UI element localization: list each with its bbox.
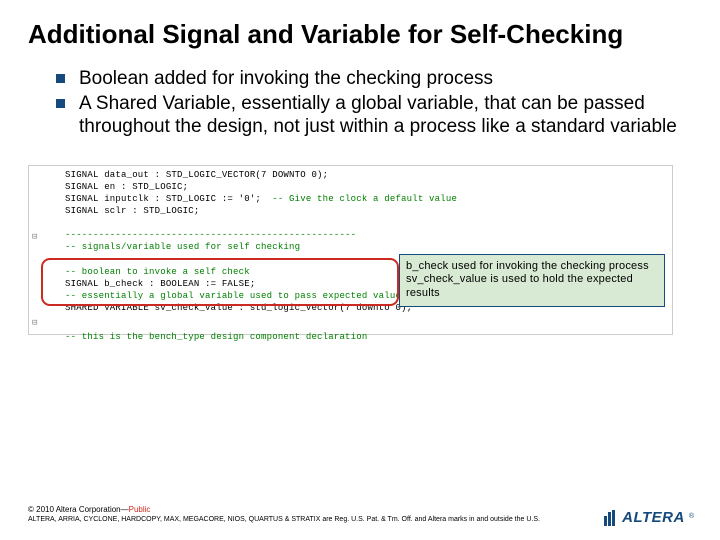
- bullet-text: Boolean added for invoking the checking …: [79, 67, 493, 90]
- fold-icon: ⊟: [32, 317, 38, 329]
- code-blank: [35, 217, 666, 229]
- copyright: © 2010 Altera Corporation—Public: [28, 505, 568, 514]
- code-line: SIGNAL data_out : STD_LOGIC_VECTOR(7 DOW…: [35, 169, 666, 181]
- logo-wordmark: ALTERA: [622, 509, 685, 526]
- fold-icon: ⊟: [32, 231, 38, 243]
- footer: © 2010 Altera Corporation—Public ALTERA,…: [28, 505, 568, 524]
- code-separator: ----------------------------------------…: [35, 229, 666, 241]
- bullet-list: Boolean added for invoking the checking …: [28, 67, 692, 139]
- code-line: SIGNAL sclr : STD_LOGIC;: [35, 205, 666, 217]
- code-blank: [35, 319, 666, 331]
- altera-logo: ALTERA ®: [604, 509, 694, 526]
- slide-title: Additional Signal and Variable for Self-…: [28, 20, 692, 49]
- bullet-item: Boolean added for invoking the checking …: [56, 67, 692, 90]
- code-line: SIGNAL en : STD_LOGIC;: [35, 181, 666, 193]
- logo-mark-icon: [604, 510, 615, 526]
- code-comment: -- this is the bench_type design compone…: [35, 331, 666, 343]
- code-snippet: SIGNAL data_out : STD_LOGIC_VECTOR(7 DOW…: [28, 165, 673, 335]
- callout-box: b_check used for invoking the checking p…: [399, 254, 665, 307]
- bullet-text: A Shared Variable, essentially a global …: [79, 92, 692, 138]
- callout-line: sv_check_value is used to hold the expec…: [406, 273, 658, 301]
- code-line: SIGNAL inputclk : STD_LOGIC := '0'; -- G…: [35, 193, 666, 205]
- legal-text: ALTERA, ARRIA, CYCLONE, HARDCOPY, MAX, M…: [28, 516, 568, 524]
- code-comment: -- signals/variable used for self checki…: [35, 241, 666, 253]
- registered-icon: ®: [689, 513, 694, 520]
- bullet-icon: [56, 74, 65, 83]
- bullet-icon: [56, 99, 65, 108]
- slide: Additional Signal and Variable for Self-…: [0, 0, 720, 335]
- bullet-item: A Shared Variable, essentially a global …: [56, 92, 692, 138]
- callout-line: b_check used for invoking the checking p…: [406, 260, 658, 274]
